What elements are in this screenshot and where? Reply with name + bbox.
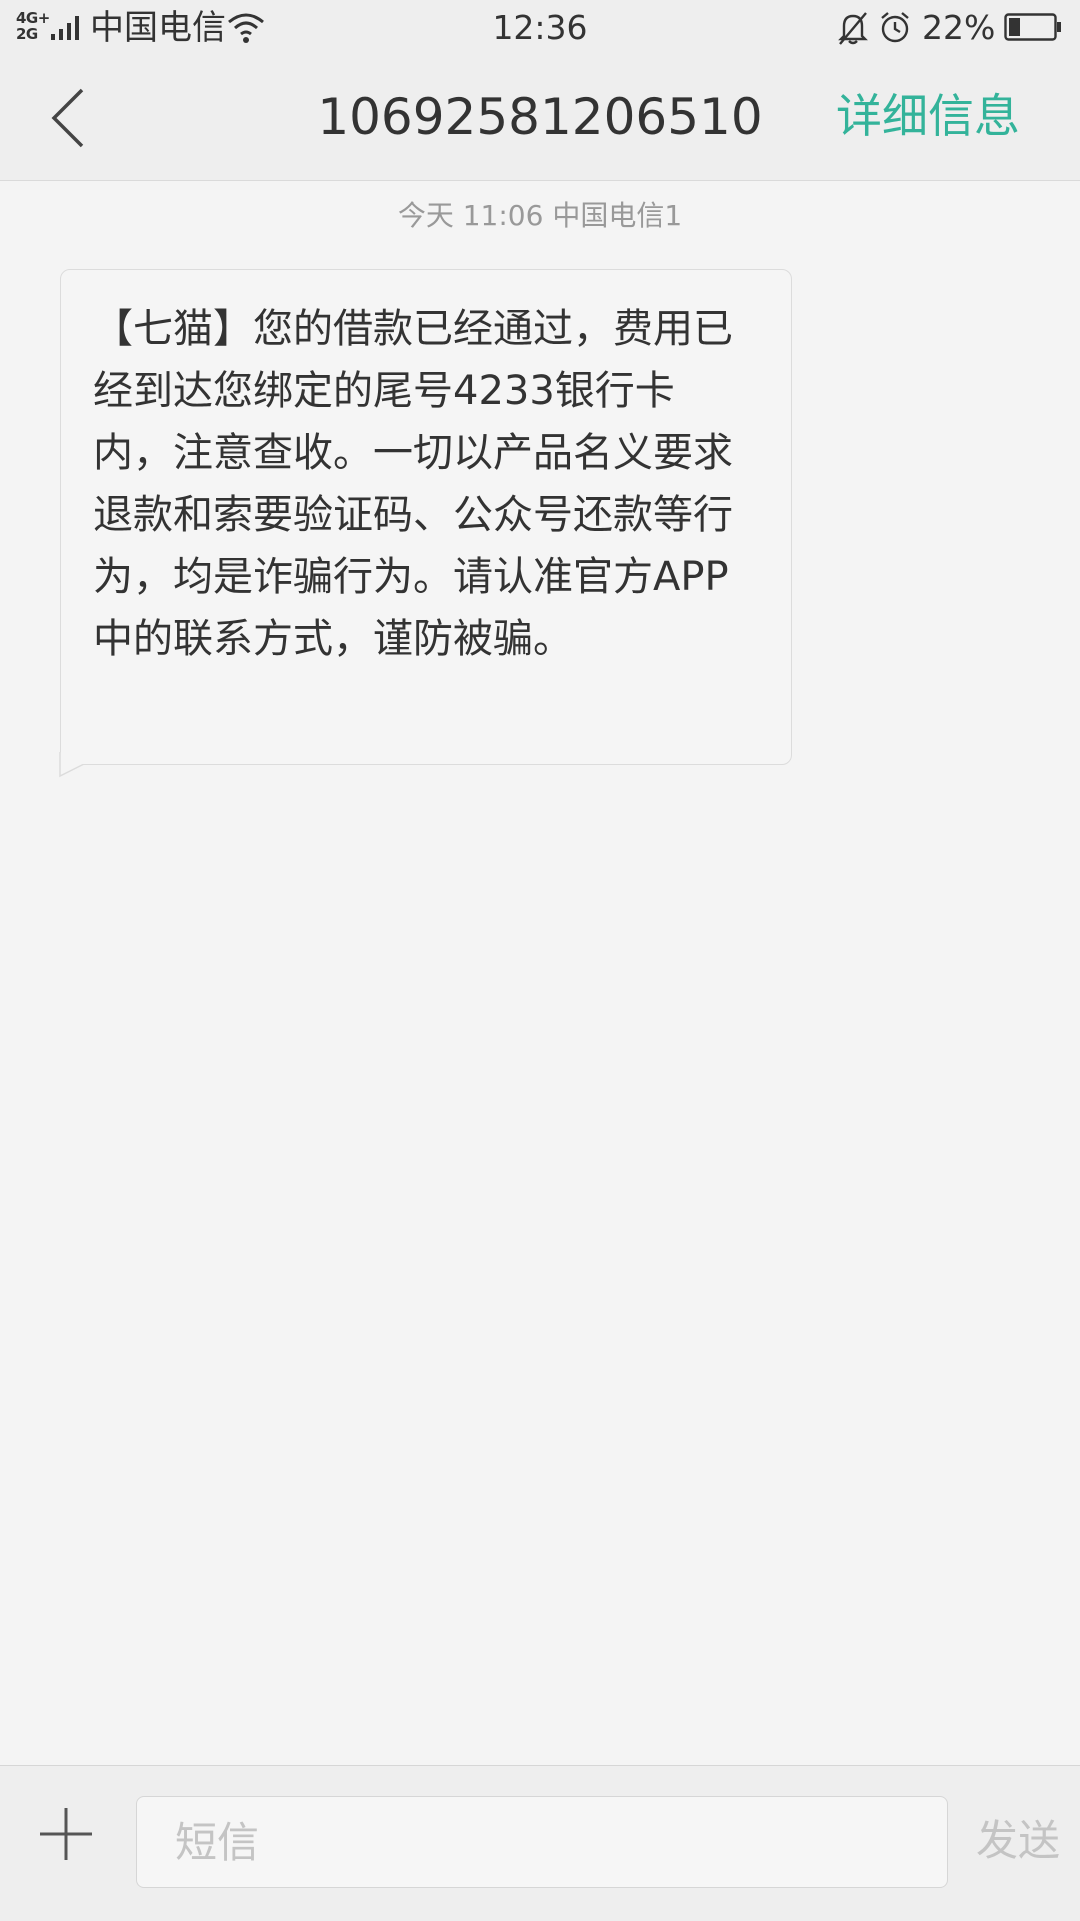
message-bubble[interactable]: 【七猫】您的借款已经通过，费用已经到达您绑定的尾号4233银行卡内，注意查收。一… <box>60 269 792 765</box>
battery-icon <box>1004 13 1061 41</box>
status-time: 12:36 <box>492 8 588 47</box>
battery-percent: 22% <box>922 8 996 47</box>
status-bar: 4G+ 2G 中国电信 12:36 22% <box>0 0 1080 56</box>
message-text: 【七猫】您的借款已经通过，费用已经到达您绑定的尾号4233银行卡内，注意查收。一… <box>93 306 733 662</box>
notification-off-icon <box>838 12 868 45</box>
send-button[interactable]: 发送 <box>968 1806 1068 1876</box>
composer-bar: 发送 <box>0 1765 1080 1921</box>
plus-icon[interactable] <box>36 1804 96 1864</box>
alarm-icon <box>881 12 909 43</box>
message-timestamp: 今天 11:06 中国电信1 <box>397 199 683 232</box>
conversation-header: 10692581206510 详细信息 <box>0 56 1080 181</box>
message-input[interactable] <box>136 1796 948 1888</box>
page-title: 10692581206510 <box>317 88 763 146</box>
details-button[interactable]: 详细信息 <box>836 86 1020 146</box>
bubble-tail <box>59 752 87 778</box>
chevron-left-icon[interactable] <box>36 80 106 156</box>
